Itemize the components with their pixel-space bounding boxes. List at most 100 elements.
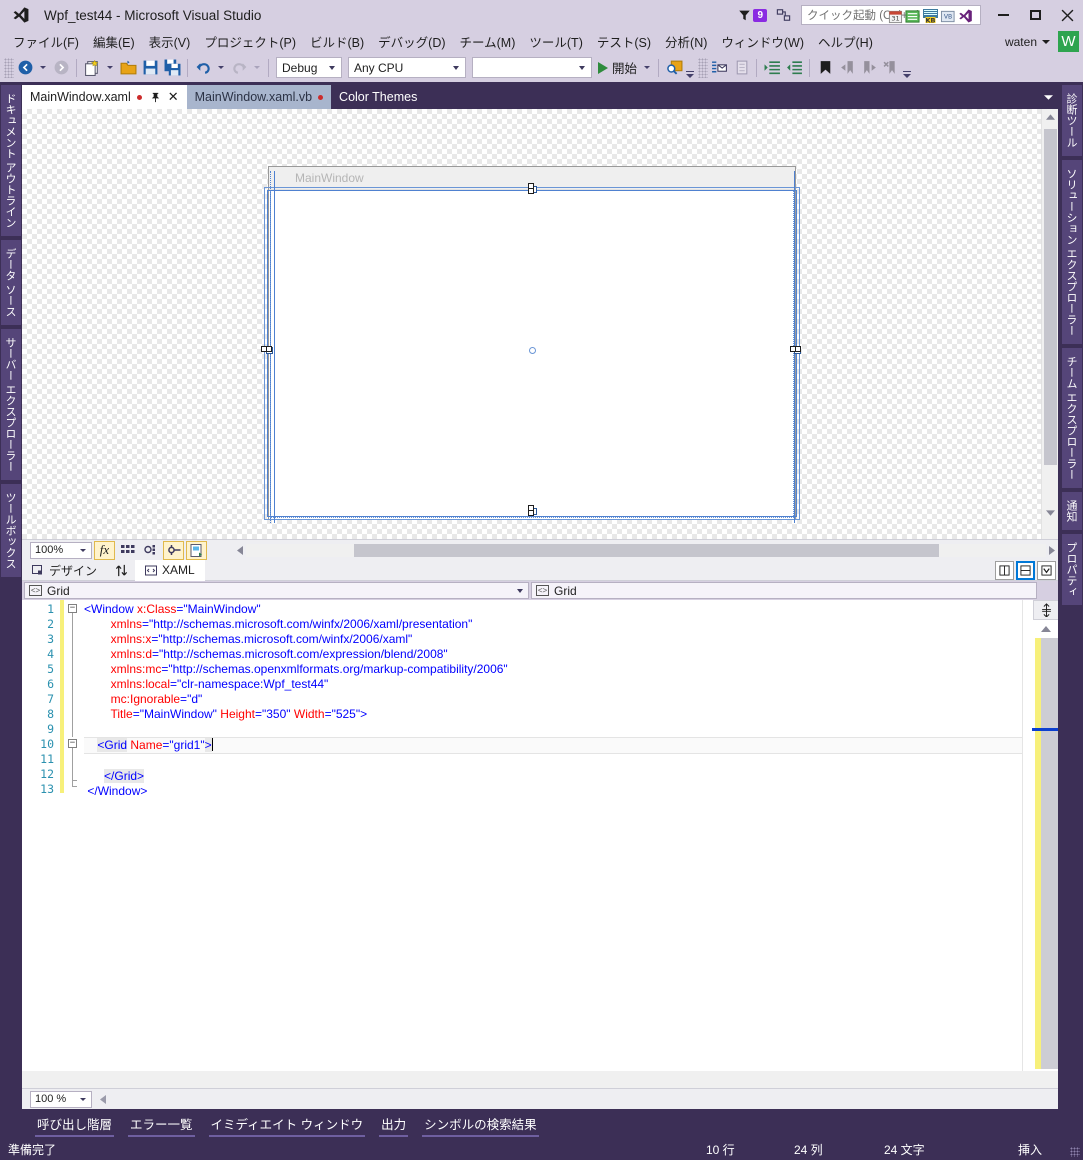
sidebar-item-properties[interactable]: プロパティ bbox=[1062, 534, 1082, 606]
code-line-5[interactable]: xmlns:mc="http://schemas.openxmlformats.… bbox=[84, 662, 1058, 677]
code-line-10[interactable]: <Grid Name="grid1"> bbox=[84, 737, 1058, 754]
menu-test[interactable]: テスト(S) bbox=[590, 29, 658, 54]
menu-analyze[interactable]: 分析(N) bbox=[658, 29, 714, 54]
menu-window[interactable]: ウィンドウ(W) bbox=[714, 29, 811, 54]
tool-tab-error-list[interactable]: エラー一覧 bbox=[121, 1109, 202, 1138]
menu-team[interactable]: チーム(M) bbox=[453, 29, 523, 54]
user-account-area[interactable]: waten W bbox=[1005, 30, 1079, 53]
split-editor-handle[interactable] bbox=[1033, 600, 1058, 620]
sidebar-item-notifications[interactable]: 通知 bbox=[1062, 492, 1082, 531]
undo-button[interactable] bbox=[192, 56, 214, 80]
snap-to-snaplines-button[interactable] bbox=[163, 540, 184, 560]
code-line-4[interactable]: xmlns:d="http://schemas.microsoft.com/ex… bbox=[84, 647, 1058, 662]
split-horizontal-button[interactable] bbox=[1016, 561, 1035, 580]
avatar[interactable]: W bbox=[1058, 31, 1079, 52]
tab-overflow-button[interactable] bbox=[1038, 87, 1058, 107]
column-definition-grip-right[interactable] bbox=[788, 344, 801, 354]
maximize-button[interactable] bbox=[1019, 0, 1051, 30]
refresh-designer-button[interactable] bbox=[186, 540, 207, 560]
tab-mainwindow-xaml-vb[interactable]: MainWindow.xaml.vb bbox=[186, 85, 332, 109]
undo-dropdown[interactable] bbox=[218, 66, 224, 69]
tool-tab-immediate-window[interactable]: イミディエイト ウィンドウ bbox=[202, 1109, 373, 1138]
save-all-button[interactable] bbox=[161, 56, 183, 80]
sidebar-item-data-sources[interactable]: データ ソース bbox=[1, 240, 21, 326]
start-debugging-button[interactable]: 開始 bbox=[595, 56, 640, 80]
previous-bookmark-button[interactable] bbox=[836, 56, 858, 80]
editor-horizontal-scrollbar[interactable] bbox=[22, 1071, 1058, 1088]
toolbar-overflow-icon[interactable] bbox=[902, 58, 911, 78]
sidebar-item-team-explorer[interactable]: チーム エクスプローラー bbox=[1062, 348, 1082, 489]
toggle-bookmark-button[interactable] bbox=[814, 56, 836, 80]
code-line-3[interactable]: xmlns:x="http://schemas.microsoft.com/wi… bbox=[84, 632, 1058, 647]
platform-combo[interactable]: Any CPU bbox=[348, 57, 466, 78]
row-definition-grip-top[interactable] bbox=[526, 183, 536, 195]
scroll-left-arrow-icon[interactable] bbox=[96, 1094, 110, 1104]
tool-tab-output[interactable]: 出力 bbox=[372, 1109, 415, 1138]
close-tab-icon[interactable]: ✕ bbox=[168, 90, 179, 103]
menu-edit[interactable]: 編集(E) bbox=[86, 29, 142, 54]
row-definition-grip-bottom[interactable] bbox=[526, 505, 536, 517]
code-line-13[interactable]: </Window> bbox=[84, 784, 1058, 799]
snap-to-gridlines-button[interactable] bbox=[140, 541, 161, 560]
tool-tab-find-symbol-results[interactable]: シンボルの検索結果 bbox=[415, 1109, 546, 1138]
designed-window-preview[interactable]: MainWindow bbox=[268, 166, 796, 520]
member-selector-combo[interactable]: <> Grid bbox=[531, 582, 1037, 599]
editor-vscroll-thumb[interactable] bbox=[1041, 638, 1058, 1069]
tool-tab-call-hierarchy[interactable]: 呼び出し階層 bbox=[28, 1109, 121, 1138]
clear-bookmarks-button[interactable] bbox=[880, 56, 902, 80]
column-definition-grip-left[interactable] bbox=[261, 344, 274, 354]
pin-icon[interactable] bbox=[150, 92, 161, 103]
configuration-combo[interactable]: Debug bbox=[276, 57, 342, 78]
new-project-button[interactable] bbox=[81, 56, 103, 80]
tab-color-themes[interactable]: Color Themes bbox=[331, 85, 426, 109]
start-dropdown[interactable] bbox=[644, 66, 651, 69]
sidebar-item-document-outline[interactable]: ドキュメント アウトライン bbox=[1, 85, 21, 237]
code-line-11[interactable] bbox=[84, 754, 1058, 769]
code-line-9[interactable] bbox=[84, 722, 1058, 737]
menu-help[interactable]: ヘルプ(H) bbox=[811, 29, 880, 54]
code-line-8[interactable]: Title="MainWindow" Height="350" Width="5… bbox=[84, 707, 1058, 722]
menu-file[interactable]: ファイル(F) bbox=[6, 29, 86, 54]
tab-design-view[interactable]: デザイン bbox=[22, 560, 107, 581]
menu-project[interactable]: プロジェクト(P) bbox=[197, 29, 303, 54]
feedback-funnel-icon[interactable]: 9 bbox=[737, 8, 767, 22]
close-button[interactable] bbox=[1051, 0, 1083, 30]
effects-button[interactable]: fx bbox=[94, 540, 115, 560]
connect-icon[interactable] bbox=[771, 0, 795, 30]
decrease-indent-button[interactable] bbox=[783, 56, 805, 80]
collapse-pane-button[interactable] bbox=[1037, 561, 1056, 580]
toolbar-grip[interactable] bbox=[4, 57, 14, 78]
grid-element-outline[interactable] bbox=[270, 190, 794, 518]
designer-hscroll-thumb[interactable] bbox=[354, 544, 939, 557]
navigate-forward-button[interactable] bbox=[50, 56, 72, 80]
minimize-button[interactable] bbox=[987, 0, 1019, 30]
code-line-1[interactable]: <Window x:Class="MainWindow" bbox=[84, 602, 1058, 617]
navigate-back-dropdown[interactable] bbox=[40, 66, 46, 69]
sidebar-item-toolbox[interactable]: ツールボックス bbox=[1, 484, 21, 578]
split-vertical-button[interactable] bbox=[995, 561, 1014, 580]
xaml-code-editor[interactable]: 1 2 3 4 5 6 7 8 9 10 11 12 13 − − <Windo… bbox=[22, 600, 1058, 1088]
outline-collapse-box-window[interactable]: − bbox=[68, 604, 77, 613]
designer-vertical-scrollbar[interactable] bbox=[1041, 109, 1058, 539]
tab-mainwindow-xaml[interactable]: MainWindow.xaml ✕ bbox=[22, 85, 187, 109]
scroll-left-arrow-icon[interactable] bbox=[234, 544, 246, 557]
scroll-up-arrow-icon[interactable] bbox=[1042, 109, 1058, 126]
menu-build[interactable]: ビルド(B) bbox=[303, 29, 371, 54]
toolbar-grip-2[interactable] bbox=[698, 57, 709, 78]
designer-horizontal-scrollbar[interactable] bbox=[234, 540, 1058, 561]
scroll-right-arrow-icon[interactable] bbox=[1046, 544, 1058, 557]
find-in-files-button[interactable] bbox=[663, 56, 685, 80]
redo-dropdown[interactable] bbox=[254, 66, 260, 69]
code-line-2[interactable]: xmlns="http://schemas.microsoft.com/winf… bbox=[84, 617, 1058, 632]
editor-vertical-scrollbar[interactable] bbox=[1022, 600, 1058, 1071]
uncomment-selection-button[interactable] bbox=[730, 56, 752, 80]
tab-xaml-view[interactable]: XAML bbox=[135, 559, 205, 581]
designer-zoom-combo[interactable]: 100% bbox=[30, 541, 92, 559]
open-file-button[interactable] bbox=[117, 56, 139, 80]
quick-launch-input[interactable]: クイック起動 (Ctrl+Q) 31 KB VB bbox=[801, 5, 981, 25]
menu-debug[interactable]: デバッグ(D) bbox=[371, 29, 452, 54]
editor-zoom-combo[interactable]: 100 % bbox=[30, 1090, 92, 1108]
find-overflow-icon[interactable] bbox=[685, 58, 694, 78]
sidebar-item-diagnostic-tools[interactable]: 診断ツール bbox=[1062, 85, 1082, 156]
navigate-back-button[interactable] bbox=[14, 56, 36, 80]
